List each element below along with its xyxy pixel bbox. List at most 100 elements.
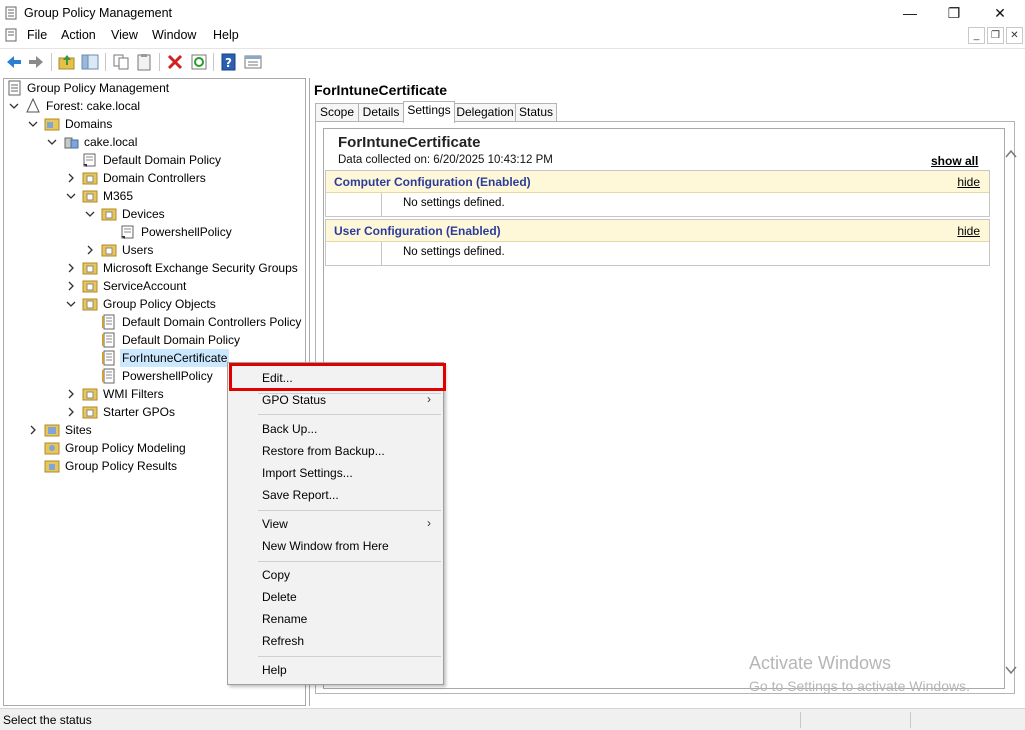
menu-item-label: View — [262, 517, 288, 531]
back-icon[interactable] — [4, 52, 24, 72]
chevron-right-icon[interactable] — [27, 421, 39, 439]
tab-scope[interactable]: Scope — [315, 103, 359, 122]
maximize-button[interactable]: ❐ — [931, 0, 977, 26]
results-icon — [44, 460, 60, 473]
section-body-inner: No settings defined. — [381, 242, 991, 265]
tree-item-domain-controllers[interactable]: Domain Controllers — [4, 169, 304, 187]
up-folder-icon[interactable] — [57, 52, 77, 72]
section-header: Computer Configuration (Enabled) hide — [326, 171, 989, 193]
section-title[interactable]: User Configuration (Enabled) — [334, 224, 501, 238]
menu-view[interactable]: View — [111, 28, 138, 42]
hide-link[interactable]: hide — [957, 175, 980, 189]
chevron-right-icon[interactable] — [65, 169, 77, 187]
status-divider — [910, 712, 911, 728]
menu-help[interactable]: Help — [213, 28, 239, 42]
menu-item-label: Refresh — [262, 634, 305, 648]
hide-link[interactable]: hide — [957, 224, 980, 238]
delete-icon[interactable] — [165, 52, 185, 72]
tree-item-gpo-ddcp[interactable]: Default Domain Controllers Policy — [4, 313, 304, 331]
chevron-right-icon[interactable] — [65, 277, 77, 295]
mdi-minimize-button[interactable]: _ — [968, 27, 985, 44]
tree-item-gpo-container[interactable]: Group Policy Objects — [4, 295, 304, 313]
tab-status[interactable]: Status — [515, 103, 557, 122]
copy-icon[interactable] — [111, 52, 131, 72]
chevron-right-icon[interactable] — [65, 403, 77, 421]
menu-item-edit[interactable]: Edit... — [230, 367, 441, 389]
toolbar-separator — [105, 53, 106, 71]
user-configuration-section: User Configuration (Enabled) hide No set… — [325, 219, 990, 266]
tree-item-forest[interactable]: Forest: cake.local — [4, 97, 304, 115]
show-all-link[interactable]: show all — [931, 154, 978, 168]
menu-item-help[interactable]: Help — [230, 659, 441, 681]
activate-windows-hint: Go to Settings to activate Windows. — [749, 678, 970, 694]
show-hide-tree-icon[interactable] — [80, 52, 100, 72]
menu-action[interactable]: Action — [61, 28, 96, 42]
scroll-down-icon[interactable] — [1004, 663, 1018, 677]
gpo-icon — [102, 350, 115, 366]
chevron-right-icon[interactable] — [65, 385, 77, 403]
tree-item-service-account[interactable]: ServiceAccount — [4, 277, 304, 295]
chevron-right-icon[interactable] — [65, 259, 77, 277]
status-text: Select the status — [3, 713, 92, 727]
menu-separator — [258, 414, 441, 415]
chevron-down-icon[interactable] — [8, 97, 20, 115]
menu-item-refresh[interactable]: Refresh — [230, 630, 441, 652]
help-icon[interactable]: ? — [219, 52, 239, 72]
tree-label: Default Domain Policy — [122, 333, 241, 347]
menu-item-restore[interactable]: Restore from Backup... — [230, 440, 441, 462]
menu-item-import-settings[interactable]: Import Settings... — [230, 462, 441, 484]
svg-text:?: ? — [225, 56, 232, 70]
ou-folder-icon — [82, 280, 98, 293]
tree-item-domains[interactable]: Domains — [4, 115, 304, 133]
menu-item-copy[interactable]: Copy — [230, 564, 441, 586]
forward-icon[interactable] — [26, 52, 46, 72]
paste-icon[interactable] — [134, 52, 154, 72]
chevron-down-icon[interactable] — [46, 133, 58, 151]
context-menu: Edit... GPO Status › Back Up... Restore … — [227, 362, 444, 685]
mdi-restore-button[interactable]: ❐ — [987, 27, 1004, 44]
tree-item-users[interactable]: Users — [4, 241, 304, 259]
tree-item-domain[interactable]: cake.local — [4, 133, 304, 151]
menu-item-new-window[interactable]: New Window from Here — [230, 535, 441, 557]
menu-item-label: Restore from Backup... — [262, 444, 385, 458]
tree-item-gpm-root[interactable]: Group Policy Management — [4, 79, 304, 97]
chevron-down-icon[interactable] — [65, 295, 77, 313]
chevron-down-icon[interactable] — [84, 205, 96, 223]
close-button[interactable]: ✕ — [977, 0, 1023, 26]
wmi-folder-icon — [82, 388, 98, 401]
tree-label: Group Policy Objects — [103, 297, 216, 311]
refresh-icon[interactable] — [189, 52, 209, 72]
menu-separator — [258, 510, 441, 511]
menu-item-save-report[interactable]: Save Report... — [230, 484, 441, 506]
menu-item-delete[interactable]: Delete — [230, 586, 441, 608]
toolbar-separator — [51, 53, 52, 71]
tree-item-m365[interactable]: M365 — [4, 187, 304, 205]
properties-icon[interactable] — [243, 52, 263, 72]
menu-item-back-up[interactable]: Back Up... — [230, 418, 441, 440]
tree-item-devices[interactable]: Devices — [4, 205, 304, 223]
tab-details[interactable]: Details — [358, 103, 404, 122]
menu-item-view[interactable]: View › — [230, 513, 441, 535]
tree-label: Devices — [122, 207, 165, 221]
section-title[interactable]: Computer Configuration (Enabled) — [334, 175, 531, 189]
mdi-close-button[interactable]: ✕ — [1006, 27, 1023, 44]
chevron-down-icon[interactable] — [27, 115, 39, 133]
chevron-right-icon[interactable] — [84, 241, 96, 259]
scroll-up-icon[interactable] — [1004, 147, 1018, 161]
tree-label: cake.local — [84, 135, 138, 149]
menu-item-gpo-status[interactable]: GPO Status › — [230, 389, 441, 411]
tree-item-default-domain-policy-link[interactable]: Default Domain Policy — [4, 151, 304, 169]
toolbar: ? — [0, 48, 1025, 74]
tree-item-powershell-policy-link[interactable]: PowershellPolicy — [4, 223, 304, 241]
menu-window[interactable]: Window — [152, 28, 196, 42]
chevron-down-icon[interactable] — [65, 187, 77, 205]
tree-item-gpo-ddp[interactable]: Default Domain Policy — [4, 331, 304, 349]
menu-item-rename[interactable]: Rename — [230, 608, 441, 630]
minimize-button[interactable]: — — [887, 0, 933, 26]
tree-item-exchange-groups[interactable]: Microsoft Exchange Security Groups — [4, 259, 304, 277]
tab-delegation[interactable]: Delegation — [454, 103, 516, 122]
data-collected-text: Data collected on: 6/20/2025 10:43:12 PM — [338, 154, 553, 166]
menu-file[interactable]: File — [27, 28, 47, 42]
no-settings-text: No settings defined. — [403, 197, 505, 209]
tab-settings[interactable]: Settings — [403, 101, 455, 123]
